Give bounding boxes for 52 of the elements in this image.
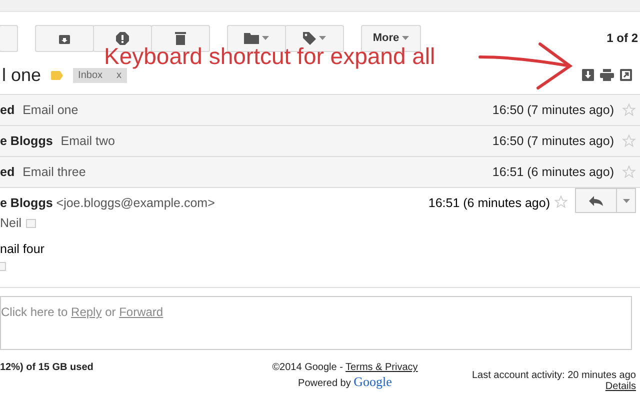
star-icon[interactable] xyxy=(554,195,568,209)
message-row[interactable]: e Bloggs Email two 16:50 (7 minutes ago) xyxy=(0,125,640,156)
reply-button[interactable] xyxy=(575,188,617,213)
message-snippet: Email two xyxy=(60,134,115,148)
message-time: 16:50 (7 minutes ago) xyxy=(492,134,614,148)
caret-icon xyxy=(402,36,410,40)
message-row[interactable]: ed Email three 16:51 (6 minutes ago) xyxy=(0,156,640,187)
star-icon[interactable] xyxy=(622,165,636,179)
reply-link[interactable]: Reply xyxy=(71,305,102,319)
folder-icon xyxy=(244,32,259,44)
tag-icon xyxy=(303,32,316,44)
reply-box[interactable]: Click here to Reply or Forward xyxy=(0,296,632,350)
sender-name: e Bloggs xyxy=(0,196,53,210)
pager-text: 1 of 2 xyxy=(606,31,638,45)
caret-icon xyxy=(319,36,326,40)
storage-usage: 12%) of 15 GB used xyxy=(0,362,94,375)
archive-button[interactable] xyxy=(35,24,94,52)
sender-name: ed xyxy=(0,103,15,117)
reply-icon xyxy=(589,196,603,206)
terms-link[interactable]: Terms & Privacy xyxy=(346,362,418,373)
trash-icon xyxy=(175,31,186,45)
caret-icon xyxy=(262,36,269,40)
message-body: nail four xyxy=(0,242,46,256)
message-row[interactable]: ed Email one 16:50 (7 minutes ago) xyxy=(0,94,640,125)
subject-title: l one xyxy=(2,64,42,86)
star-icon[interactable] xyxy=(622,103,636,117)
inbox-label[interactable]: Inbox x xyxy=(73,68,127,82)
star-icon[interactable] xyxy=(622,134,636,148)
new-window-icon[interactable] xyxy=(620,69,632,81)
message-snippet: Email three xyxy=(22,165,86,179)
archive-icon xyxy=(59,32,70,44)
forward-link[interactable]: Forward xyxy=(119,305,164,319)
print-icon[interactable] xyxy=(600,69,614,81)
message-snippet: Email one xyxy=(22,103,78,117)
caret-icon xyxy=(622,198,630,202)
details-link[interactable]: Details xyxy=(605,381,636,392)
details-toggle[interactable] xyxy=(26,219,36,228)
recipient-name: Neil xyxy=(0,216,22,230)
message-time: 16:50 (7 minutes ago) xyxy=(492,103,614,117)
expand-all-icon[interactable] xyxy=(582,69,594,81)
more-actions-button[interactable] xyxy=(616,188,636,213)
copyright-text: ©2014 Google - xyxy=(272,362,343,373)
label-icon xyxy=(51,70,64,80)
sender-name: e Bloggs xyxy=(0,134,53,148)
sender-address: <joe.bloggs@example.com> xyxy=(56,196,215,210)
message-time: 16:51 (6 minutes ago) xyxy=(428,196,550,210)
powered-by-text: Powered by xyxy=(298,378,351,389)
account-activity: Last account activity: 20 minutes ago xyxy=(472,370,636,381)
google-logo: Google xyxy=(354,374,392,389)
warning-icon xyxy=(116,32,129,44)
message-time: 16:51 (6 minutes ago) xyxy=(492,165,614,179)
sender-name: ed xyxy=(0,165,15,179)
